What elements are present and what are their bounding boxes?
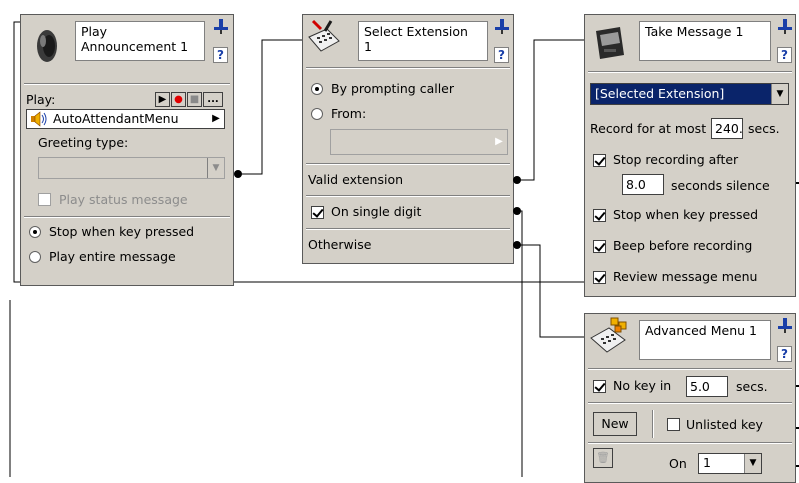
no-key-checkbox[interactable]: [593, 380, 606, 393]
play-label: Play:: [26, 92, 56, 107]
help-button[interactable]: ?: [213, 47, 228, 63]
play-entire-radio[interactable]: [29, 251, 41, 263]
silence-label: seconds silence: [671, 178, 770, 193]
otherwise-exit: Otherwise: [308, 237, 372, 252]
otherwise-port[interactable]: [513, 241, 521, 249]
review-menu-label: Review message menu: [613, 269, 758, 284]
record-for-label: Record for at most: [590, 121, 707, 136]
by-prompting-label: By prompting caller: [331, 81, 455, 96]
on-key-value: 1: [703, 455, 711, 470]
single-digit-checkbox[interactable]: [311, 206, 324, 219]
beep-label: Beep before recording: [613, 238, 753, 253]
valid-extension-port[interactable]: [513, 176, 521, 184]
by-prompting-radio[interactable]: [311, 83, 323, 95]
stop-when-key-radio[interactable]: [29, 226, 41, 238]
recorder-icon: [592, 25, 628, 61]
new-button[interactable]: New: [593, 412, 637, 436]
select-extension-node[interactable]: Select Extension 1 ? By prompting caller…: [302, 14, 514, 264]
browse-button[interactable]: ...: [203, 92, 223, 107]
stop-recording-label: Stop recording after: [613, 152, 739, 167]
record-duration-input[interactable]: 240.0: [711, 118, 743, 139]
from-label: From:: [331, 106, 367, 121]
phone-keypad-icon: [305, 19, 341, 55]
audio-speaker-icon: [30, 111, 48, 127]
node-title[interactable]: Select Extension 1: [358, 21, 488, 61]
play-announcement-node[interactable]: Play Announcement 1 ? Play: ▶ ● ■ ... Au…: [20, 14, 234, 286]
single-digit-label: On single digit: [331, 204, 422, 219]
stop-recording-checkbox[interactable]: [593, 154, 606, 167]
mailbox-select[interactable]: [Selected Extension] ▼: [590, 83, 789, 105]
chevron-right-icon: ▶: [491, 130, 507, 154]
single-digit-port[interactable]: [513, 207, 521, 215]
greeting-type-label: Greeting type:: [38, 135, 129, 150]
no-key-unit-label: secs.: [736, 379, 768, 394]
advanced-menu-node[interactable]: Advanced Menu 1 ? No key in 5.0 secs. Ne…: [584, 313, 796, 483]
mailbox-value: [Selected Extension]: [595, 86, 725, 101]
chevron-down-icon[interactable]: ▼: [744, 454, 761, 473]
pin-icon[interactable]: [493, 19, 511, 34]
prompt-select[interactable]: AutoAttendantMenu ▶: [26, 109, 225, 129]
from-radio[interactable]: [311, 108, 323, 120]
stop-when-key-label: Stop when key pressed: [613, 207, 759, 222]
review-menu-checkbox[interactable]: [593, 271, 606, 284]
play-entire-label: Play entire message: [49, 249, 176, 264]
take-message-node[interactable]: Take Message 1 ? [Selected Extension] ▼ …: [584, 14, 796, 297]
node-title[interactable]: Play Announcement 1: [75, 21, 205, 61]
greeting-type-select: ▼: [38, 157, 225, 179]
from-select: ▶: [330, 129, 508, 155]
beep-checkbox[interactable]: [593, 240, 606, 253]
node-title[interactable]: Advanced Menu 1: [639, 320, 771, 360]
chevron-down-icon[interactable]: ▼: [771, 84, 788, 104]
no-key-input[interactable]: 5.0: [686, 376, 728, 397]
no-key-label: No key in: [613, 378, 672, 393]
on-key-select[interactable]: 1 ▼: [698, 453, 762, 474]
chevron-right-icon[interactable]: ▶: [208, 110, 224, 128]
stop-when-key-checkbox[interactable]: [593, 209, 606, 222]
play-output-port[interactable]: [234, 170, 242, 178]
play-status-checkbox: [38, 193, 51, 206]
menu-keypad-icon: [589, 316, 629, 354]
trash-icon: 🗑: [593, 448, 613, 468]
on-label: On: [669, 456, 687, 471]
pin-icon[interactable]: [776, 318, 794, 333]
valid-extension-exit: Valid extension: [308, 172, 404, 187]
node-title[interactable]: Take Message 1: [639, 21, 771, 61]
play-status-label: Play status message: [59, 192, 188, 207]
unlisted-key-checkbox[interactable]: [667, 418, 680, 431]
help-button[interactable]: ?: [777, 346, 792, 362]
help-button[interactable]: ?: [494, 47, 509, 63]
speaker-icon: [31, 27, 61, 65]
unlisted-key-label: Unlisted key: [686, 417, 763, 432]
pin-icon[interactable]: [212, 19, 230, 34]
record-button[interactable]: ●: [171, 92, 186, 107]
help-button[interactable]: ?: [777, 47, 792, 63]
pin-icon[interactable]: [776, 19, 794, 34]
silence-input[interactable]: 8.0: [622, 174, 664, 195]
stop-button[interactable]: ■: [187, 92, 202, 107]
record-unit-label: secs.: [748, 121, 780, 136]
play-button[interactable]: ▶: [155, 92, 170, 107]
stop-when-key-label: Stop when key pressed: [49, 224, 195, 239]
chevron-down-icon: ▼: [207, 158, 224, 178]
prompt-value: AutoAttendantMenu: [53, 111, 179, 126]
